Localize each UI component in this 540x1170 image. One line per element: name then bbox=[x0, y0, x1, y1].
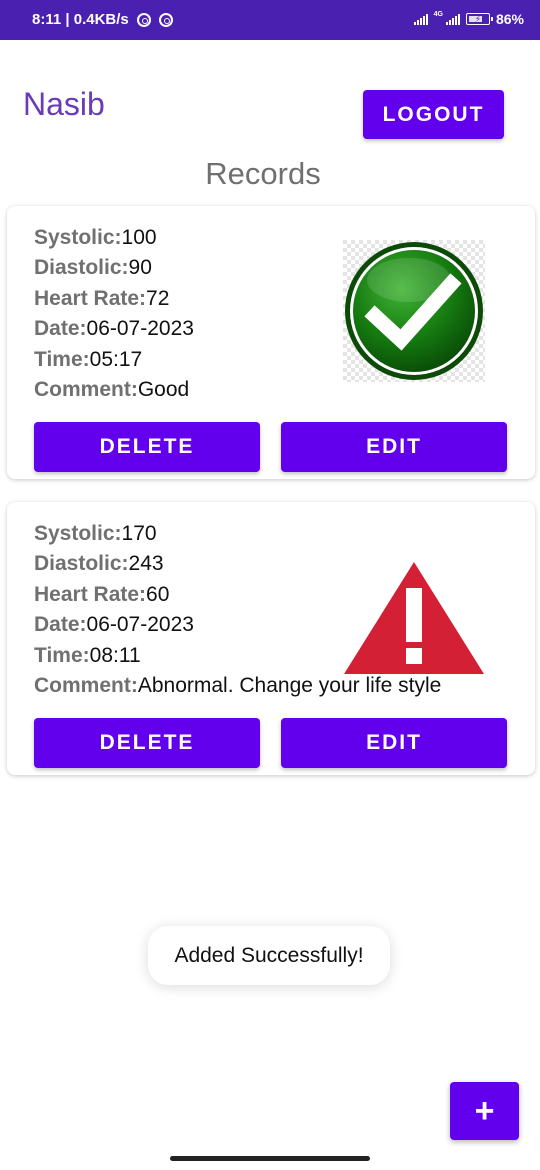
signal-icon bbox=[445, 13, 460, 25]
delete-button[interactable]: DELETE bbox=[34, 422, 260, 472]
page-title: Records bbox=[205, 156, 321, 191]
notification-icon bbox=[158, 12, 173, 27]
toast-message: Added Successfully! bbox=[148, 926, 390, 985]
edit-button[interactable]: EDIT bbox=[281, 718, 507, 768]
notification-icon bbox=[136, 12, 151, 27]
heart-rate-value: 60 bbox=[146, 582, 170, 606]
user-name: Nasib bbox=[23, 86, 105, 122]
diastolic-value: 90 bbox=[128, 256, 152, 280]
status-time-speed: 8:11 | 0.4KB/s bbox=[32, 11, 129, 28]
status-left: 8:11 | 0.4KB/s bbox=[32, 11, 173, 28]
battery-icon: ⚡ bbox=[465, 13, 493, 25]
record-fields: Systolic:100 Diastolic:90 Heart Rate:72 … bbox=[34, 223, 194, 405]
systolic-row: Systolic:100 bbox=[34, 223, 194, 253]
systolic-label: Systolic: bbox=[34, 522, 122, 545]
systolic-value: 170 bbox=[121, 522, 157, 545]
date-value: 06-07-2023 bbox=[86, 317, 194, 341]
heart-rate-label: Heart Rate: bbox=[34, 582, 147, 606]
heart-rate-value: 72 bbox=[146, 286, 170, 310]
time-label: Time: bbox=[34, 347, 90, 371]
status-right: 4G ⚡ 86% bbox=[413, 11, 524, 27]
delete-button[interactable]: DELETE bbox=[34, 718, 260, 768]
edit-button[interactable]: EDIT bbox=[281, 422, 507, 472]
diastolic-value: 243 bbox=[128, 552, 164, 576]
systolic-row: Systolic:170 bbox=[34, 519, 441, 549]
record-card: Systolic:100 Diastolic:90 Heart Rate:72 … bbox=[7, 206, 535, 479]
battery-level: 86% bbox=[495, 11, 524, 27]
systolic-value: 100 bbox=[121, 226, 157, 249]
heart-rate-row: Heart Rate:72 bbox=[34, 284, 194, 314]
time-label: Time: bbox=[34, 643, 90, 667]
signal-icon bbox=[413, 13, 428, 25]
date-row: Date:06-07-2023 bbox=[34, 314, 194, 344]
date-label: Date: bbox=[34, 613, 87, 637]
diastolic-row: Diastolic:90 bbox=[34, 253, 194, 283]
diastolic-label: Diastolic: bbox=[34, 552, 129, 576]
add-record-button[interactable]: + bbox=[450, 1082, 519, 1140]
comment-row: Comment:Good bbox=[34, 375, 194, 405]
record-card: Systolic:170 Diastolic:243 Heart Rate:60… bbox=[7, 502, 535, 775]
time-value: 08:11 bbox=[89, 643, 141, 667]
diastolic-label: Diastolic: bbox=[34, 256, 129, 280]
date-value: 06-07-2023 bbox=[86, 613, 194, 637]
home-indicator[interactable] bbox=[170, 1156, 370, 1161]
comment-label: Comment: bbox=[34, 674, 138, 698]
comment-value: Good bbox=[137, 378, 190, 402]
time-row: Time:05:17 bbox=[34, 345, 194, 375]
network-type: 4G bbox=[433, 11, 443, 18]
comment-label: Comment: bbox=[34, 378, 138, 402]
check-icon bbox=[343, 240, 485, 382]
date-label: Date: bbox=[34, 317, 87, 341]
heart-rate-label: Heart Rate: bbox=[34, 286, 147, 310]
time-value: 05:17 bbox=[89, 347, 143, 371]
warning-icon bbox=[344, 562, 484, 674]
systolic-label: Systolic: bbox=[34, 226, 122, 249]
logout-button[interactable]: LOGOUT bbox=[363, 90, 504, 139]
status-bar: 8:11 | 0.4KB/s 4G ⚡ 86% bbox=[0, 0, 540, 40]
